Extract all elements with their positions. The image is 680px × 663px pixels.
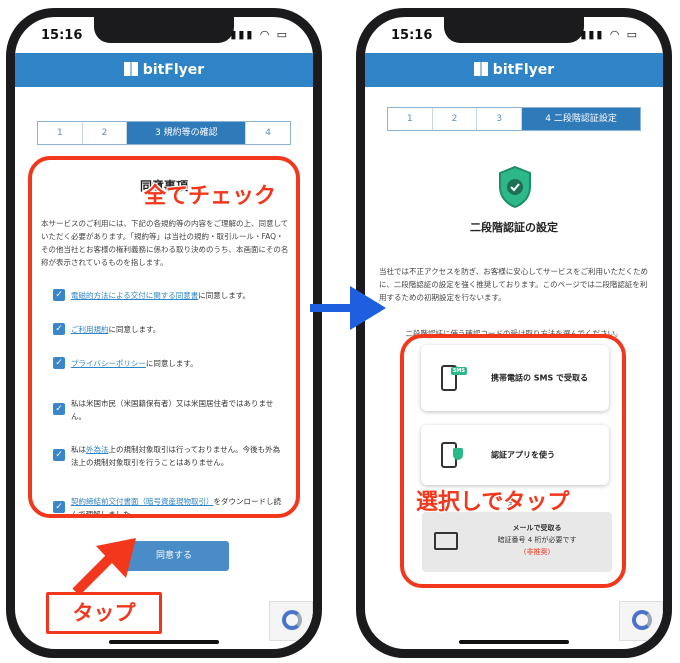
recaptcha-icon (632, 610, 652, 630)
step-1: 1 (388, 108, 433, 130)
step-3: 3 (477, 108, 523, 130)
status-time: 15:16 (41, 28, 83, 43)
status-bar: 15:16 ▮▮▮ ◠ ▭ (41, 26, 289, 46)
progress-steps: 1 2 3 4 二段階認証設定 (387, 107, 641, 131)
recaptcha-icon (282, 610, 302, 630)
home-indicator (109, 640, 219, 644)
shield-check-icon (499, 165, 531, 209)
recaptcha-badge[interactable] (269, 601, 313, 641)
annotation-box-options (400, 334, 626, 588)
arrow-right-icon (310, 286, 386, 330)
progress-steps: 1 2 3 規約等の確認 4 (37, 121, 291, 145)
step-2: 2 (433, 108, 478, 130)
bitflyer-logo-icon (473, 62, 488, 76)
brand-name: bitFlyer (492, 62, 555, 78)
home-indicator (459, 640, 569, 644)
page-title: 二段階認証の設定 (470, 221, 558, 234)
step-3-active: 3 規約等の確認 (127, 122, 247, 144)
status-time: 15:16 (391, 28, 433, 43)
annotation-select-tap: 選択しでタップ (416, 490, 570, 515)
brand-name: bitFlyer (142, 62, 205, 78)
step-4-active: 4 二段階認証設定 (522, 108, 641, 130)
recaptcha-badge[interactable] (619, 601, 663, 641)
status-icons: ▮▮▮ ◠ ▭ (580, 28, 639, 41)
app-header: bitFlyer (15, 53, 313, 87)
app-header: bitFlyer (365, 53, 663, 87)
annotation-check-all: 全てチェック (144, 184, 277, 209)
bitflyer-logo-icon (123, 62, 138, 76)
annotation-box-checks (28, 156, 300, 518)
step-1: 1 (38, 122, 83, 144)
step-4: 4 (265, 128, 272, 138)
arrow-up-right-icon (72, 538, 136, 596)
intro-text: 当社では不正アクセスを防ぎ、お客様に安心してサービスをご利用いただくために、二段… (379, 267, 649, 302)
status-bar: 15:16 ▮▮▮ ◠ ▭ (391, 26, 639, 46)
step-2: 2 (83, 122, 128, 144)
annotation-tap: タップ (72, 601, 136, 625)
annotation-tap-box: タップ (46, 592, 162, 634)
status-icons: ▮▮▮ ◠ ▭ (230, 28, 289, 41)
